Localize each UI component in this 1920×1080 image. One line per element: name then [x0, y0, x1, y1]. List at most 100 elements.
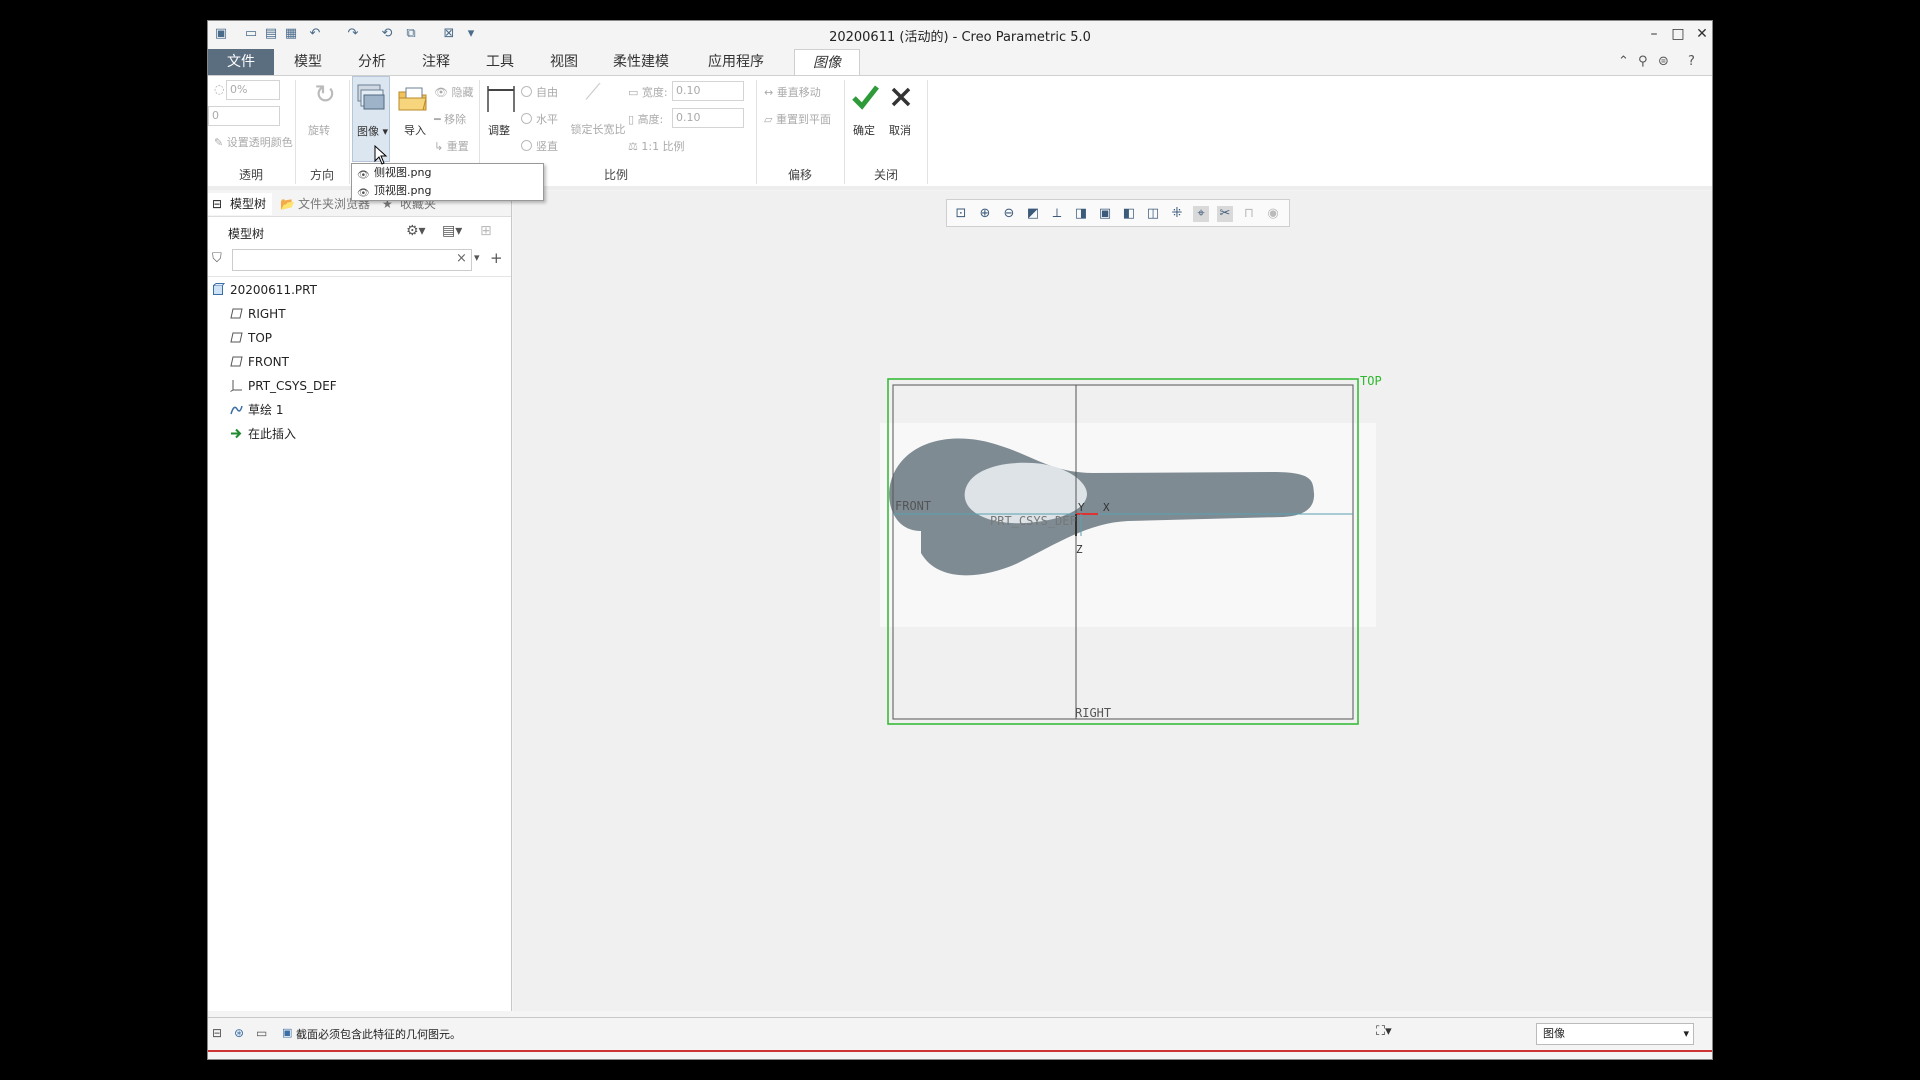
browser-toggle-icon[interactable]: ⊛: [234, 1026, 244, 1040]
right-datum-label: RIGHT: [1075, 706, 1111, 720]
rotate-button[interactable]: 旋转: [308, 122, 330, 138]
tree-tab-icon: ⊟: [212, 197, 223, 211]
fullscreen-icon[interactable]: ▭: [256, 1026, 267, 1040]
width-field[interactable]: 0.10: [672, 81, 744, 101]
adjust-button[interactable]: 调整: [488, 122, 510, 138]
reset-to-plane-button[interactable]: ▱ 重置到平面: [764, 111, 831, 127]
selection-filter-select[interactable]: 图像 ▾: [1536, 1023, 1694, 1045]
tab-analysis[interactable]: 分析: [342, 49, 402, 75]
cancel-x-icon: [886, 82, 920, 116]
one-to-one-scale-button[interactable]: ⚖ 1:1 比例: [628, 138, 685, 154]
datum-plane-icon: [230, 308, 243, 319]
tree-item-csys[interactable]: PRT_CSYS_DEF: [230, 375, 337, 397]
close-button[interactable]: ✕: [1690, 23, 1712, 45]
cancel-button[interactable]: 取消: [889, 122, 911, 138]
minimize-ribbon-icon[interactable]: ⌃: [1618, 54, 1629, 69]
height-icon: ▯: [628, 113, 638, 126]
mouse-cursor-icon: [374, 144, 388, 169]
group-label-offset: 偏移: [787, 168, 812, 182]
height-field[interactable]: 0.10: [672, 108, 744, 128]
divider: [208, 276, 511, 277]
help-icon[interactable]: ?: [1688, 54, 1695, 69]
scale-icon: ⚖: [628, 140, 642, 153]
vertical-label: 竖直: [536, 140, 558, 153]
height-label: ▯ 高度:: [628, 113, 664, 126]
clear-search-icon[interactable]: ×: [456, 251, 467, 266]
tree-item-sketch[interactable]: 草绘 1: [230, 399, 283, 421]
datum-plane-icon: [230, 356, 243, 367]
free-radio[interactable]: [521, 86, 532, 97]
add-filter-icon[interactable]: +: [490, 249, 503, 267]
title-bar: ▣ ▭ ▤ ▦ ↶ ↷ ⟲ ⧉ ⊠ ▾ 20200611 (活动的) - Cre…: [208, 21, 1712, 47]
sketch-icon: [230, 405, 243, 415]
transparency-value-field[interactable]: 0: [208, 106, 280, 126]
tab-flexible-modeling[interactable]: 柔性建模: [598, 49, 684, 75]
width-icon: ▭: [628, 86, 642, 99]
maximize-button[interactable]: □: [1666, 23, 1690, 45]
navigator-toggle-icon[interactable]: ⊟: [212, 1026, 222, 1040]
dropdown-item-label: 顶视图.png: [374, 184, 432, 197]
eye-icon: 👁: [357, 188, 370, 199]
navigator-panel: ⊟ 模型树 📂 文件夹浏览器 ★ 收藏夹 模型树 ⚙▾ ▤▾ ⊞ ⛉ × ▾ + 20…: [208, 191, 512, 1011]
dropdown-item-top-view[interactable]: 👁 顶视图.png: [352, 182, 543, 200]
width-label: ▭ 宽度:: [628, 86, 668, 99]
part-icon: [213, 283, 225, 295]
lock-ratio-icon: ⟋: [585, 80, 601, 105]
transparency-icon: ◌: [214, 82, 225, 96]
transparency-percent-field[interactable]: 0%: [226, 80, 280, 100]
tab-annotate[interactable]: 注释: [406, 49, 466, 75]
creo-window: ▣ ▭ ▤ ▦ ↶ ↷ ⟲ ⧉ ⊠ ▾ 20200611 (活动的) - Cre…: [207, 20, 1713, 1060]
hide-button[interactable]: 👁 隐藏: [434, 84, 473, 100]
divider: [927, 80, 928, 184]
search-icon[interactable]: ⚲: [1638, 54, 1648, 69]
datum-plane-icon: [230, 332, 243, 343]
tree-item-right[interactable]: RIGHT: [230, 303, 286, 325]
tree-item-front[interactable]: FRONT: [230, 351, 289, 373]
vertical-radio[interactable]: [521, 140, 532, 151]
show-options-icon[interactable]: ▤▾: [442, 223, 462, 239]
z-axis-label: Z: [1076, 543, 1083, 556]
ok-button[interactable]: 确定: [853, 122, 875, 138]
tab-image[interactable]: 图像: [794, 49, 860, 75]
tab-model-tree[interactable]: ⊟ 模型树: [208, 193, 272, 215]
horizontal-radio[interactable]: [521, 113, 532, 124]
ribbon-tab-bar: 文件 模型 分析 注释 工具 视图 柔性建模 应用程序 图像 ⌃ ⚲ ⊜ ?: [208, 49, 1712, 75]
window-title: 20200611 (活动的) - Creo Parametric 5.0: [829, 30, 1091, 45]
search-dropdown-icon[interactable]: ▾: [474, 251, 480, 264]
tree-item-part[interactable]: 20200611.PRT: [212, 279, 317, 301]
plane-icon: ▱: [764, 113, 776, 126]
top-datum-label: TOP: [1360, 374, 1382, 388]
tree-settings-icon[interactable]: ⚙▾: [406, 223, 426, 239]
lock-ratio-button[interactable]: 锁定长宽比: [570, 122, 626, 137]
tree-search-input[interactable]: [232, 249, 472, 271]
reset-button[interactable]: ↳ 重置: [434, 138, 469, 154]
find-binoculars-icon[interactable]: ⛶▾: [1376, 1024, 1392, 1039]
tree-filter-icon[interactable]: ⊞: [480, 223, 492, 239]
community-icon[interactable]: ⊜: [1658, 54, 1669, 69]
model-viewport: TOP FRONT PRT_CSYS_DEF Y X Z RIGHT: [880, 374, 1382, 725]
tab-tools[interactable]: 工具: [470, 49, 530, 75]
status-progress-line: [208, 1050, 1712, 1052]
tab-file[interactable]: 文件: [208, 49, 274, 75]
graphics-window[interactable]: ⊡ ⊕ ⊖ ◩ ⟂ ◨ ▣ ◧ ◫ ⁜ ⌖ ✂ ⊓ ◉ TOP FRONT PR…: [513, 191, 1712, 1011]
csys-label: PRT_CSYS_DEF: [990, 514, 1077, 528]
move-icon: ↔: [764, 86, 777, 99]
csys-icon: [230, 380, 242, 392]
group-label-transparency: 透明: [238, 168, 263, 182]
remove-button[interactable]: ━ 移除: [434, 111, 466, 127]
tab-view[interactable]: 视图: [534, 49, 594, 75]
import-button[interactable]: 导入: [404, 122, 426, 138]
tree-item-insert-here[interactable]: 在此插入: [230, 423, 296, 445]
rotate-icon: ↻: [314, 80, 336, 110]
tree-item-label: 20200611.PRT: [230, 283, 317, 297]
set-transparent-color-button[interactable]: ✎ 设置透明颜色: [214, 134, 293, 150]
ok-checkmark-icon: [850, 82, 884, 116]
front-datum-label: FRONT: [895, 499, 931, 513]
tab-applications[interactable]: 应用程序: [688, 49, 784, 75]
tree-item-top[interactable]: TOP: [230, 327, 272, 349]
tree-item-label: PRT_CSYS_DEF: [248, 379, 337, 393]
horizontal-label: 水平: [536, 113, 558, 126]
move-vertical-button[interactable]: ↔ 垂直移动: [764, 84, 821, 100]
tab-model[interactable]: 模型: [278, 49, 338, 75]
minimize-button[interactable]: –: [1642, 23, 1666, 45]
